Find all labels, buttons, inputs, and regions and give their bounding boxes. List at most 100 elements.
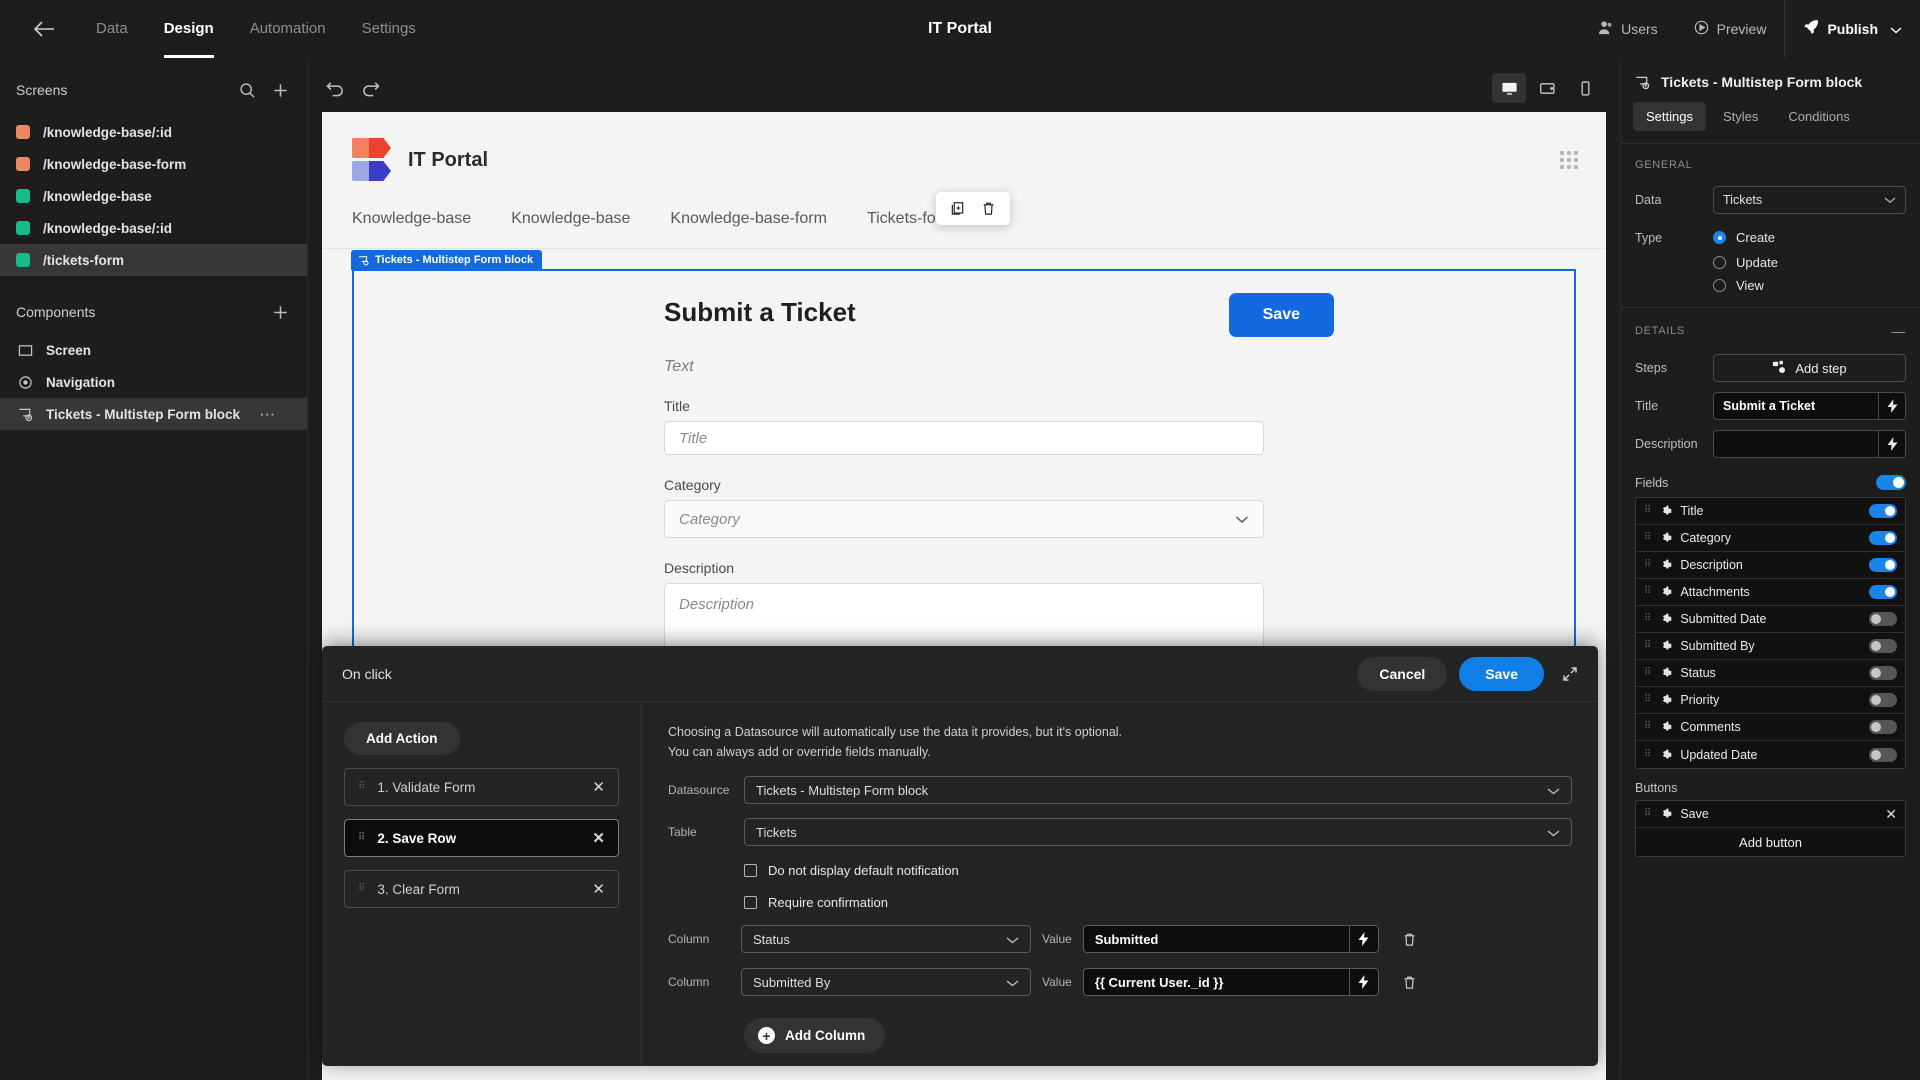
drag-handle-icon[interactable]: ⠿ <box>1644 809 1652 819</box>
gear-icon[interactable] <box>1660 694 1673 706</box>
gear-icon[interactable] <box>1660 749 1673 761</box>
tab-automation[interactable]: Automation <box>234 0 342 58</box>
button-row-save[interactable]: ⠿ Save ✕ <box>1636 801 1905 828</box>
preview-button[interactable]: Preview <box>1676 0 1785 58</box>
value-input-status[interactable]: Submitted <box>1082 925 1349 953</box>
tab-settings[interactable]: Settings <box>346 0 432 58</box>
drag-handle-icon[interactable]: ⠿ <box>358 782 366 792</box>
delete-column-icon[interactable] <box>1402 932 1417 947</box>
screen-item[interactable]: /knowledge-base/:id <box>0 212 307 244</box>
bolt-icon[interactable] <box>1878 392 1906 420</box>
delete-column-icon[interactable] <box>1402 975 1417 990</box>
column-select-submitted-by[interactable]: Submitted By <box>741 968 1031 996</box>
undo-icon[interactable] <box>326 80 345 97</box>
drag-handle-icon[interactable]: ⠿ <box>1644 641 1652 651</box>
field-toggle[interactable] <box>1869 504 1897 518</box>
redo-icon[interactable] <box>361 80 380 97</box>
screen-item[interactable]: /knowledge-base-form <box>0 148 307 180</box>
delete-icon[interactable] <box>981 201 996 216</box>
save-button[interactable]: Save <box>1459 656 1544 691</box>
field-row-category[interactable]: ⠿ Category <box>1636 525 1905 552</box>
gear-icon[interactable] <box>1660 532 1673 544</box>
drag-handle-icon[interactable]: ⠿ <box>358 833 366 843</box>
nav-link[interactable]: Knowledge-base <box>352 210 471 228</box>
field-row-status[interactable]: ⠿ Status <box>1636 660 1905 687</box>
cancel-button[interactable]: Cancel <box>1357 656 1448 691</box>
field-row-description[interactable]: ⠿ Description <box>1636 552 1905 579</box>
bolt-icon[interactable] <box>1878 430 1906 458</box>
column-select-status[interactable]: Status <box>741 925 1031 953</box>
field-textarea-description[interactable]: Description <box>664 583 1264 653</box>
tab-settings[interactable]: Settings <box>1633 102 1706 131</box>
drag-handle-icon[interactable]: ⠿ <box>1644 506 1652 516</box>
gear-icon[interactable] <box>1660 640 1673 652</box>
bolt-icon[interactable] <box>1348 925 1379 953</box>
screen-item-tickets-form[interactable]: /tickets-form <box>0 244 307 276</box>
remove-action-icon[interactable]: ✕ <box>592 880 605 898</box>
field-toggle[interactable] <box>1869 558 1897 572</box>
field-toggle[interactable] <box>1869 612 1897 626</box>
gear-icon[interactable] <box>1660 586 1673 598</box>
data-select[interactable]: Tickets <box>1713 186 1906 214</box>
field-toggle[interactable] <box>1869 720 1897 734</box>
drag-handle-icon[interactable] <box>1560 151 1578 169</box>
field-toggle[interactable] <box>1869 639 1897 653</box>
tab-data[interactable]: Data <box>80 0 144 58</box>
add-screen-icon[interactable] <box>272 82 289 99</box>
nav-link[interactable]: Knowledge-base-form <box>670 210 827 228</box>
action-item-save-row[interactable]: ⠿ 2. Save Row ✕ <box>344 819 619 857</box>
nav-link[interactable]: Knowledge-base <box>511 210 630 228</box>
component-item-screen[interactable]: Screen <box>0 334 307 366</box>
checkbox-require-confirmation[interactable]: Require confirmation <box>668 895 1572 910</box>
drag-handle-icon[interactable]: ⠿ <box>1644 614 1652 624</box>
form-save-button[interactable]: Save <box>1228 293 1334 337</box>
bolt-icon[interactable] <box>1348 968 1379 996</box>
component-item-navigation[interactable]: Navigation <box>0 366 307 398</box>
field-toggle[interactable] <box>1869 531 1897 545</box>
drag-handle-icon[interactable]: ⠿ <box>1644 587 1652 597</box>
component-item-tickets-multistep-form-block[interactable]: Tickets - Multistep Form block ··· <box>0 398 307 430</box>
gear-icon[interactable] <box>1660 808 1673 820</box>
device-mobile-button[interactable] <box>1568 73 1602 103</box>
add-column-button[interactable]: + Add Column <box>744 1018 886 1053</box>
remove-action-icon[interactable]: ✕ <box>592 829 605 847</box>
gear-icon[interactable] <box>1660 721 1673 733</box>
collapse-icon[interactable]: — <box>1891 323 1906 339</box>
device-tablet-button[interactable] <box>1530 73 1564 103</box>
drag-handle-icon[interactable]: ⠿ <box>1644 533 1652 543</box>
field-row-attachments[interactable]: ⠿ Attachments <box>1636 579 1905 606</box>
search-icon[interactable] <box>239 82 256 99</box>
field-row-submitted-date[interactable]: ⠿ Submitted Date <box>1636 606 1905 633</box>
gear-icon[interactable] <box>1660 559 1673 571</box>
radio-update[interactable]: Update <box>1621 251 1920 274</box>
screen-item[interactable]: /knowledge-base <box>0 180 307 212</box>
gear-icon[interactable] <box>1660 667 1673 679</box>
publish-button[interactable]: Publish <box>1785 0 1920 58</box>
drag-handle-icon[interactable]: ⠿ <box>1644 668 1652 678</box>
gear-icon[interactable] <box>1660 613 1673 625</box>
fields-master-toggle[interactable] <box>1876 475 1906 490</box>
expand-icon[interactable] <box>1562 666 1578 682</box>
drag-handle-icon[interactable]: ⠿ <box>1644 722 1652 732</box>
tab-styles[interactable]: Styles <box>1710 102 1771 131</box>
device-desktop-button[interactable] <box>1492 73 1526 103</box>
back-button[interactable] <box>22 7 66 51</box>
drag-handle-icon[interactable]: ⠿ <box>1644 695 1652 705</box>
field-row-title[interactable]: ⠿ Title <box>1636 498 1905 525</box>
field-input-title[interactable]: Title <box>664 421 1264 455</box>
users-button[interactable]: Users <box>1580 0 1676 58</box>
datasource-select[interactable]: Tickets - Multistep Form block <box>744 776 1572 804</box>
field-select-category[interactable]: Category <box>664 500 1264 538</box>
field-row-submitted-by[interactable]: ⠿ Submitted By <box>1636 633 1905 660</box>
add-action-button[interactable]: Add Action <box>344 722 460 755</box>
radio-view[interactable]: View <box>1621 274 1920 297</box>
tab-design[interactable]: Design <box>148 0 230 58</box>
screen-item[interactable]: /knowledge-base/:id <box>0 116 307 148</box>
drag-handle-icon[interactable]: ⠿ <box>358 884 366 894</box>
form-block[interactable]: Submit a Ticket Save Text Title Title Ca… <box>352 269 1576 655</box>
value-input-submitted-by[interactable]: {{ Current User._id }} <box>1082 968 1349 996</box>
duplicate-icon[interactable] <box>950 201 965 216</box>
field-row-updated-date[interactable]: ⠿ Updated Date <box>1636 741 1905 768</box>
field-toggle[interactable] <box>1869 585 1897 599</box>
field-toggle[interactable] <box>1869 693 1897 707</box>
